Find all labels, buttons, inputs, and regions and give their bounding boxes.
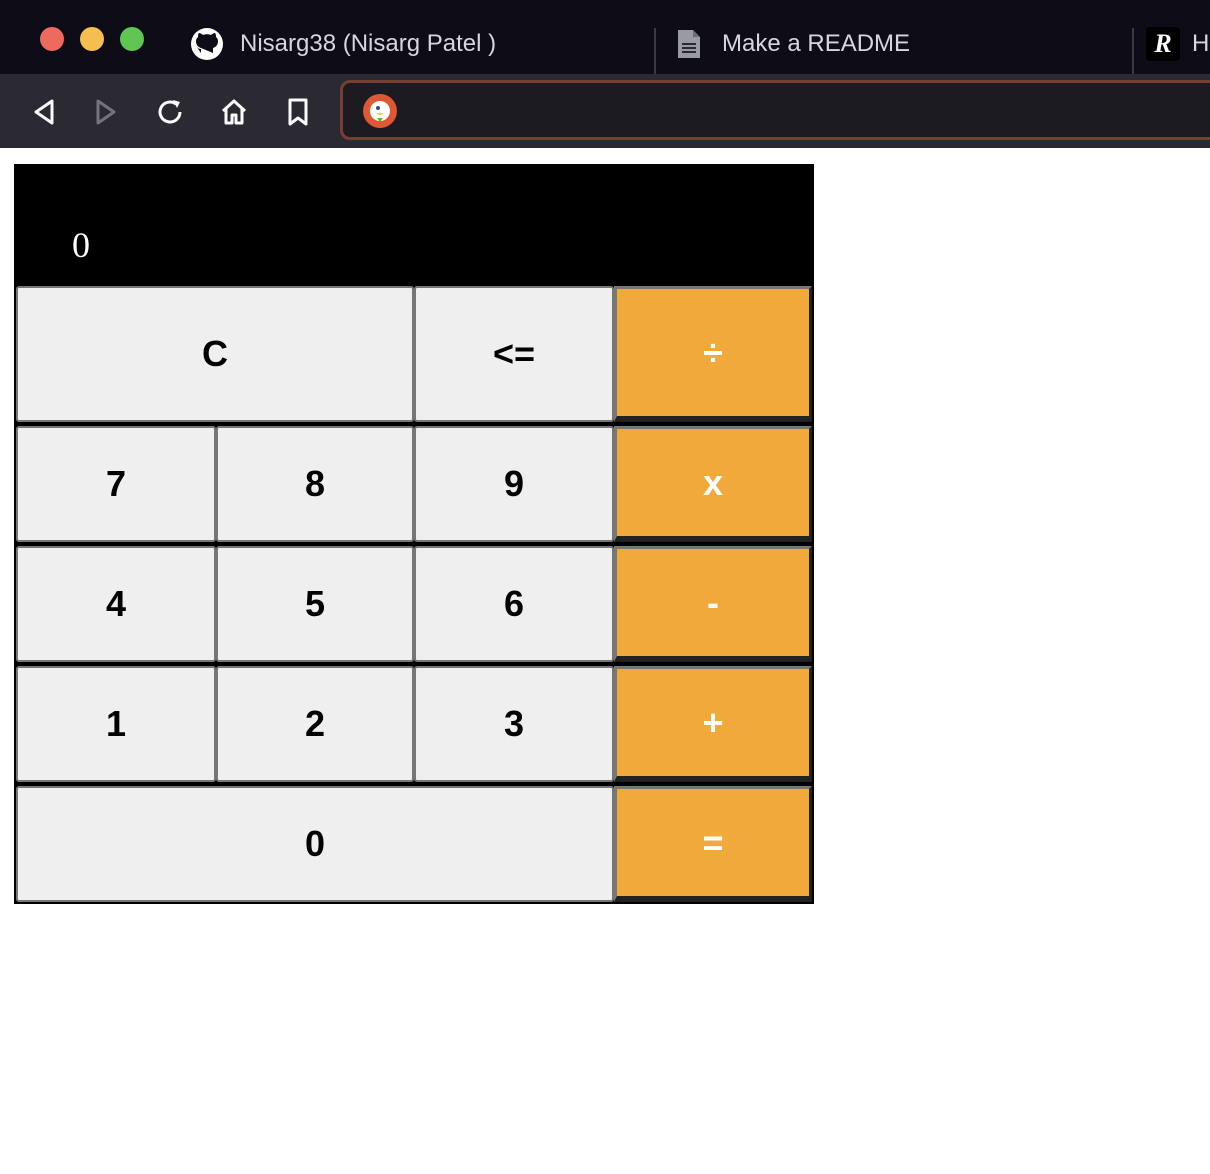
tab-make-readme[interactable]: Make a README [672, 16, 1132, 72]
six-button[interactable]: 6 [414, 546, 614, 662]
close-window-button[interactable] [40, 27, 64, 51]
bookmark-icon [288, 98, 308, 126]
duckduckgo-icon [363, 94, 397, 128]
zero-button[interactable]: 0 [16, 786, 614, 902]
forward-button[interactable] [86, 92, 126, 132]
backspace-button[interactable]: <= [414, 286, 614, 422]
clear-button[interactable]: C [16, 286, 414, 422]
tab-label: Make a README [722, 30, 911, 57]
calculator: 0 C <= ÷ 7 8 9 x 4 5 6 - 1 2 3 + 0 = [14, 164, 814, 904]
two-button[interactable]: 2 [216, 666, 414, 782]
back-icon [34, 99, 54, 125]
subtract-button[interactable]: - [614, 546, 812, 662]
divide-button[interactable]: ÷ [614, 286, 812, 422]
tab-separator [1132, 28, 1134, 74]
display-value: 0 [72, 225, 90, 265]
home-button[interactable] [214, 92, 254, 132]
document-icon [672, 27, 706, 61]
three-button[interactable]: 3 [414, 666, 614, 782]
forward-icon [96, 99, 116, 125]
browser-titlebar: Nisarg38 (Nisarg Patel ) Make a README R… [0, 0, 1210, 74]
five-button[interactable]: 5 [216, 546, 414, 662]
tab-label: H [1192, 30, 1210, 57]
tab-github-profile[interactable]: Nisarg38 (Nisarg Patel ) [190, 16, 654, 72]
tab-label: Nisarg38 (Nisarg Patel ) [240, 30, 497, 57]
maximize-window-button[interactable] [120, 27, 144, 51]
address-bar[interactable] [340, 80, 1210, 140]
minimize-window-button[interactable] [80, 27, 104, 51]
four-button[interactable]: 4 [16, 546, 216, 662]
reload-button[interactable] [150, 92, 190, 132]
one-button[interactable]: 1 [16, 666, 216, 782]
add-button[interactable]: + [614, 666, 812, 782]
equals-button[interactable]: = [614, 786, 812, 902]
calculator-display: 0 [14, 164, 814, 286]
multiply-button[interactable]: x [614, 426, 812, 542]
eight-button[interactable]: 8 [216, 426, 414, 542]
back-button[interactable] [24, 92, 64, 132]
seven-button[interactable]: 7 [16, 426, 216, 542]
tab-separator [654, 28, 656, 74]
github-icon [190, 27, 224, 61]
r-logo-icon: R [1146, 27, 1180, 61]
tab-partial[interactable]: R H [1146, 16, 1210, 72]
bookmark-button[interactable] [278, 92, 318, 132]
home-icon [221, 99, 247, 125]
reload-icon [158, 100, 182, 124]
nine-button[interactable]: 9 [414, 426, 614, 542]
